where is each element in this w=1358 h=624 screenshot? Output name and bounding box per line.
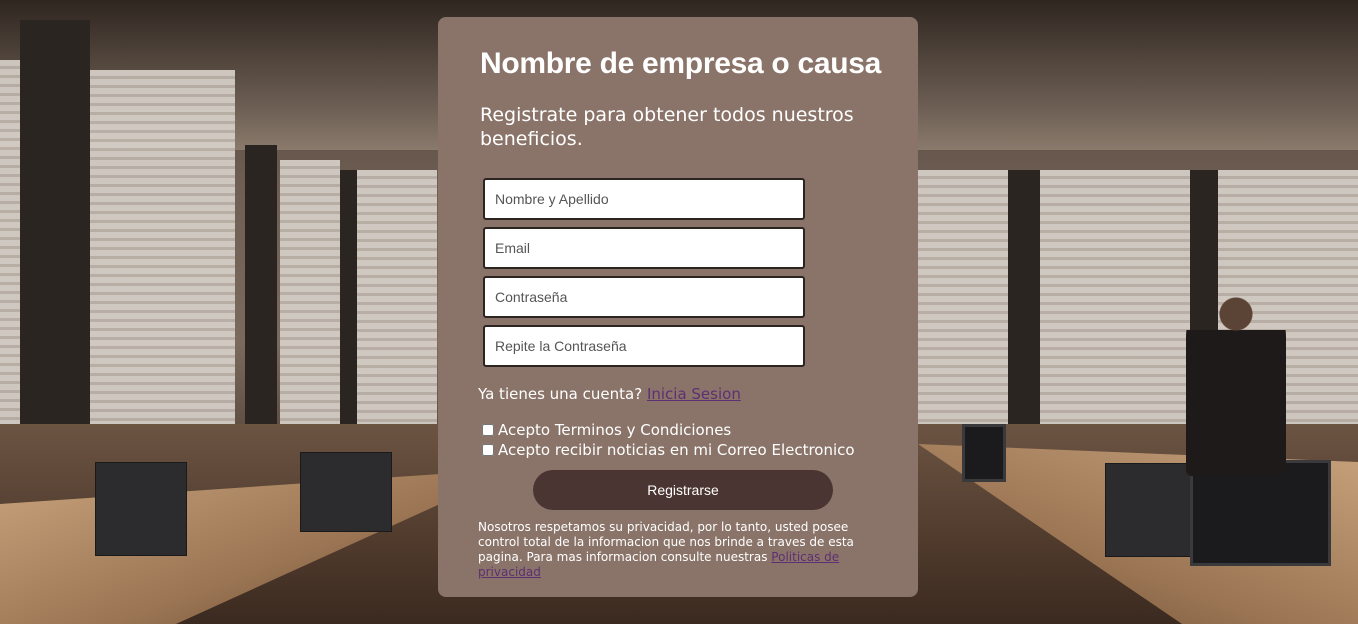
login-prompt-text: Ya tienes una cuenta?	[478, 385, 643, 403]
window-blinds	[90, 70, 235, 440]
newsletter-checkbox-row[interactable]: Acepto recibir noticias en mi Correo Ele…	[482, 441, 855, 459]
repeat-password-input[interactable]	[483, 325, 805, 367]
terms-checkbox[interactable]	[482, 424, 494, 436]
monitor	[962, 424, 1006, 482]
terms-label: Acepto Terminos y Condiciones	[498, 421, 732, 439]
pillar	[245, 145, 277, 465]
email-input[interactable]	[483, 227, 805, 269]
window-blinds	[918, 170, 1008, 440]
password-input[interactable]	[483, 276, 805, 318]
person-on-phone	[1186, 296, 1286, 476]
window-blinds	[0, 60, 20, 440]
window-blinds	[280, 160, 340, 430]
form-subtitle: Registrate para obtener todos nuestros b…	[480, 104, 854, 150]
computer-tower	[1105, 463, 1192, 557]
window-blinds	[357, 170, 437, 425]
register-button[interactable]: Registrarse	[533, 470, 833, 510]
pillar	[340, 170, 357, 450]
login-link[interactable]: Inicia Sesion	[647, 385, 741, 403]
form-title: Nombre de empresa o causa	[480, 47, 882, 80]
pillar	[20, 20, 90, 490]
registration-card: Nombre de empresa o causa Registrate par…	[438, 17, 918, 597]
pillar	[1008, 170, 1040, 450]
privacy-notice: Nosotros respetamos su privacidad, por l…	[478, 520, 858, 580]
window-blinds	[1040, 170, 1190, 440]
login-prompt-line: Ya tienes una cuenta? Inicia Sesion	[478, 385, 741, 403]
computer-tower	[95, 462, 187, 556]
newsletter-label: Acepto recibir noticias en mi Correo Ele…	[498, 441, 855, 459]
newsletter-checkbox[interactable]	[482, 444, 494, 456]
terms-checkbox-row[interactable]: Acepto Terminos y Condiciones	[482, 421, 731, 439]
computer-tower	[300, 452, 392, 532]
full-name-input[interactable]	[483, 178, 805, 220]
